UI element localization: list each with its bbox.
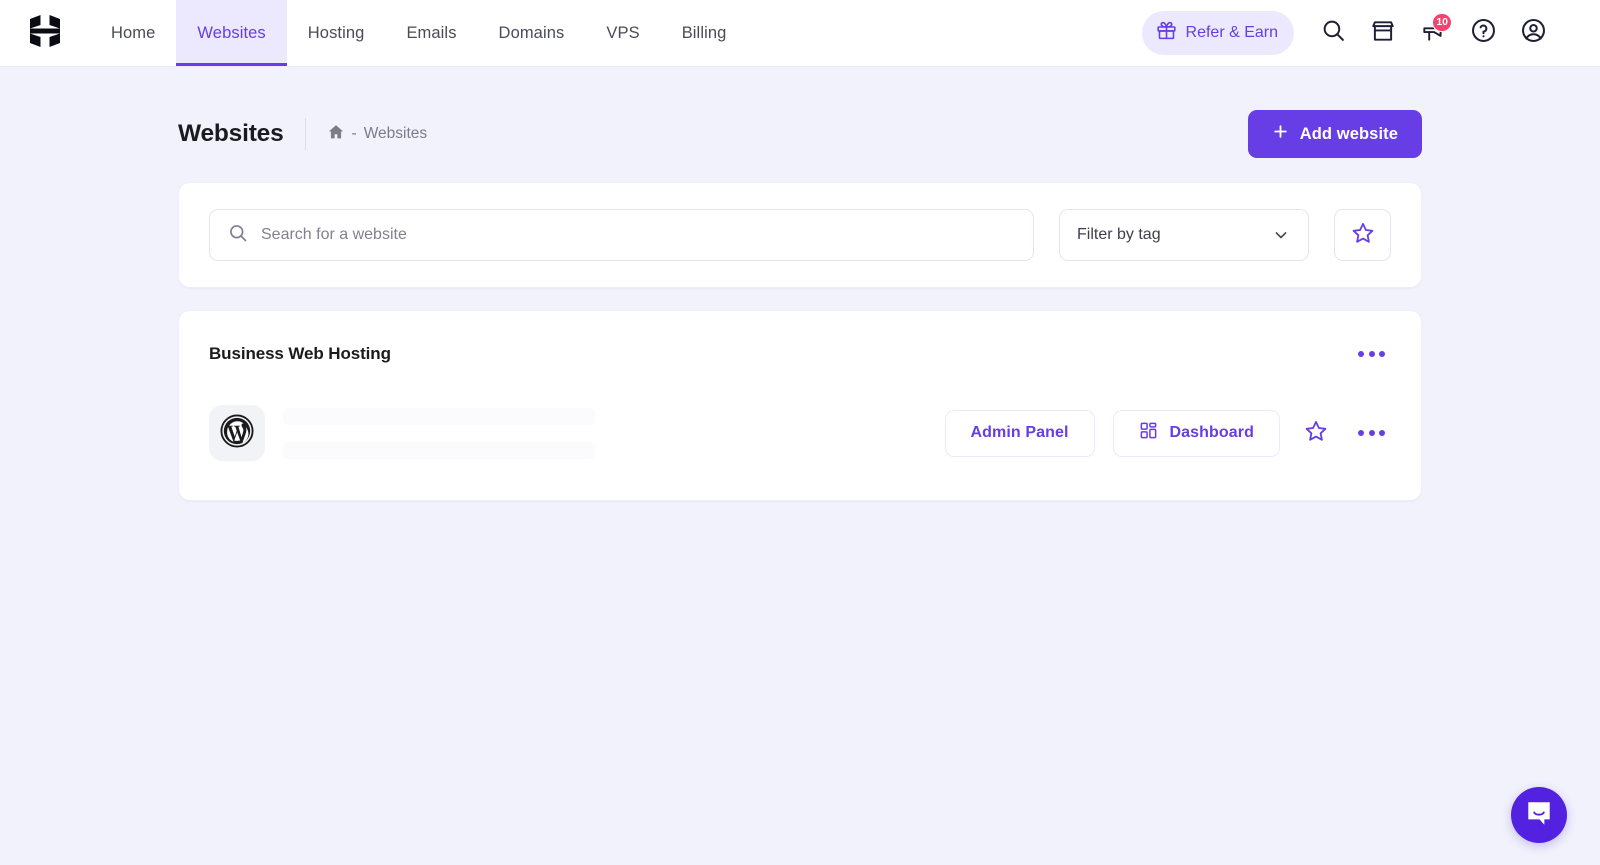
filters-card: Filter by tag (178, 182, 1422, 288)
dashboard-label: Dashboard (1169, 424, 1254, 441)
website-row: Admin Panel Dashboard (209, 396, 1391, 470)
favorite-website-button[interactable] (1298, 413, 1334, 454)
website-row-actions: Admin Panel Dashboard (944, 409, 1392, 457)
website-platform-icon (209, 405, 265, 461)
ellipsis-dot (1358, 430, 1364, 436)
help-button[interactable] (1458, 8, 1508, 58)
ellipsis-dot (1379, 430, 1385, 436)
add-website-label: Add website (1299, 124, 1398, 143)
primary-nav: Home Websites Hosting Emails Domains VPS… (90, 0, 747, 66)
nav-item-billing[interactable]: Billing (661, 0, 748, 66)
nav-item-websites[interactable]: Websites (176, 0, 288, 66)
page-header: Websites - Websites Add website (178, 105, 1422, 163)
section-title: Business Web Hosting (209, 344, 391, 363)
nav-label: Domains (498, 23, 565, 42)
admin-panel-button[interactable]: Admin Panel (944, 409, 1095, 457)
refer-and-earn-button[interactable]: Refer & Earn (1141, 11, 1294, 55)
dashboard-button[interactable]: Dashboard (1112, 409, 1280, 457)
chevron-down-icon (1271, 225, 1291, 245)
home-icon[interactable] (327, 123, 345, 146)
wordpress-icon (220, 413, 254, 453)
search-field-wrapper[interactable] (209, 209, 1034, 261)
website-url-skeleton (283, 441, 595, 459)
header-divider (304, 118, 306, 150)
section-menu-button[interactable] (1352, 345, 1391, 363)
nav-label: Hosting (307, 23, 365, 42)
nav-label: Billing (681, 23, 727, 42)
favorites-filter-button[interactable] (1334, 209, 1391, 261)
nav-label: Emails (406, 23, 457, 42)
search-button[interactable] (1308, 8, 1358, 58)
nav-item-hosting[interactable]: Hosting (287, 0, 386, 66)
star-icon (1304, 419, 1328, 448)
ellipsis-dot (1379, 351, 1385, 357)
account-icon (1520, 17, 1547, 49)
ellipsis-dot (1358, 351, 1364, 357)
filter-by-tag-select[interactable]: Filter by tag (1059, 209, 1309, 261)
grid-icon (1139, 421, 1158, 445)
breadcrumb-separator: - (351, 125, 357, 142)
nav-item-vps[interactable]: VPS (585, 0, 660, 66)
nav-item-emails[interactable]: Emails (385, 0, 477, 66)
website-name-skeleton (283, 407, 595, 425)
nav-actions: Refer & Earn 10 (1141, 0, 1600, 66)
breadcrumb: - Websites (327, 123, 427, 146)
account-button[interactable] (1508, 8, 1558, 58)
nav-label: Websites (197, 23, 266, 42)
add-website-button[interactable]: Add website (1247, 110, 1422, 158)
page-content: Websites - Websites Add website Search f… (0, 105, 1600, 501)
help-icon (1470, 17, 1497, 49)
refer-label: Refer & Earn (1185, 24, 1278, 41)
announcements-button[interactable]: 10 (1408, 8, 1458, 58)
ellipsis-dot (1368, 430, 1375, 436)
nav-item-home[interactable]: Home (90, 0, 176, 66)
ellipsis-dot (1368, 351, 1375, 357)
page-title: Websites (178, 120, 284, 147)
search-input[interactable] (261, 226, 1015, 244)
gift-icon (1156, 20, 1177, 46)
marketplace-button[interactable] (1358, 8, 1408, 58)
filter-by-tag-label: Filter by tag (1077, 226, 1161, 243)
chat-bubble-icon (1524, 798, 1554, 833)
admin-panel-label: Admin Panel (970, 424, 1069, 441)
store-icon (1370, 18, 1396, 49)
search-icon (1321, 18, 1346, 48)
plus-icon (1272, 123, 1289, 145)
nav-label: VPS (606, 23, 640, 42)
breadcrumb-current[interactable]: Websites (364, 125, 427, 143)
nav-label: Home (111, 23, 156, 42)
hostinger-logo (30, 14, 60, 52)
top-navigation-bar: Home Websites Hosting Emails Domains VPS… (0, 0, 1600, 67)
star-icon (1351, 221, 1375, 250)
nav-item-domains[interactable]: Domains (478, 0, 586, 66)
websites-list-card: Business Web Hosting Admin Panel Dashboa… (178, 310, 1422, 501)
websites-section-header: Business Web Hosting (209, 339, 1391, 369)
search-icon (228, 223, 248, 248)
website-menu-button[interactable] (1352, 424, 1391, 442)
website-info-placeholder (283, 407, 595, 459)
intercom-chat-launcher[interactable] (1511, 787, 1567, 843)
notification-badge: 10 (1432, 13, 1452, 32)
hostinger-logo-link[interactable] (0, 0, 90, 66)
